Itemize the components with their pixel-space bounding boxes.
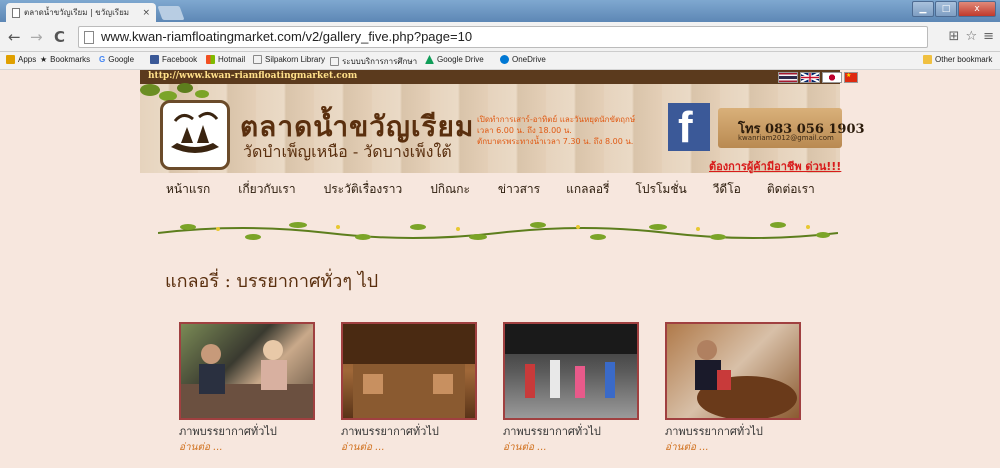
gallery-caption: ภาพบรรยากาศทั่วไป bbox=[503, 425, 601, 438]
reload-button[interactable]: C bbox=[54, 28, 65, 46]
url-text: www.kwan-riamfloatingmarket.com/v2/galle… bbox=[101, 29, 473, 44]
read-more-link[interactable]: อ่านต่อ ... bbox=[503, 440, 639, 455]
gallery-item[interactable]: ภาพบรรยากาศทั่วไป อ่านต่อ ... bbox=[503, 322, 639, 455]
bookmark-onedrive[interactable]: OneDrive bbox=[500, 55, 546, 64]
bookmark-facebook[interactable]: Facebook bbox=[150, 55, 197, 64]
read-more-link[interactable]: อ่านต่อ ... bbox=[665, 440, 801, 455]
page-icon bbox=[84, 31, 94, 44]
menu-item-video[interactable]: วีดีโอ bbox=[713, 180, 741, 199]
photo-horse-ride-icon bbox=[695, 340, 797, 418]
other-bookmarks[interactable]: Other bookmark bbox=[923, 55, 992, 64]
page-icon bbox=[330, 57, 339, 66]
menu-item-news[interactable]: ข่าวสาร bbox=[498, 180, 540, 199]
address-bar[interactable]: www.kwan-riamfloatingmarket.com/v2/galle… bbox=[78, 26, 928, 48]
maximize-button[interactable]: □ bbox=[935, 1, 957, 17]
toolbar-right: ⊞ ☆ ≡ bbox=[949, 29, 994, 44]
menu-item-home[interactable]: หน้าแรก bbox=[166, 180, 210, 199]
contact-email: kwanriam2012@gmail.com bbox=[738, 134, 834, 142]
bookmark-bookmarks[interactable]: ★ Bookmarks bbox=[40, 55, 90, 64]
page-icon bbox=[12, 7, 20, 18]
read-more-link[interactable]: อ่านต่อ ... bbox=[341, 440, 477, 455]
browser-tab[interactable]: ตลาดน้ำขวัญเรียม | ขวัญเรียม × bbox=[6, 3, 156, 22]
site-subtitle: วัดบำเพ็ญเหนือ - วัดบางเพ็งใต้ bbox=[243, 142, 452, 161]
menu-item-about[interactable]: เกี่ยวกับเรา bbox=[238, 180, 295, 199]
gallery-caption: ภาพบรรยากาศทั่วไป bbox=[179, 425, 277, 438]
gallery-thumbnail[interactable] bbox=[503, 322, 639, 420]
window-titlebar: ตลาดน้ำขวัญเรียม | ขวัญเรียม × ▁ □ x bbox=[0, 0, 1000, 22]
read-more-link[interactable]: อ่านต่อ ... bbox=[179, 440, 315, 455]
tab-title: ตลาดน้ำขวัญเรียม | ขวัญเรียม bbox=[24, 8, 130, 17]
menu-item-gallery[interactable]: แกลลอรี่ bbox=[566, 180, 609, 199]
page-icon bbox=[253, 55, 262, 64]
section-title: แกลอรี่ : บรรยากาศทั่วๆ ไป bbox=[165, 271, 379, 292]
star-icon: ★ bbox=[40, 55, 48, 64]
china-flag-icon[interactable]: ★ bbox=[844, 72, 858, 83]
facebook-icon: f bbox=[678, 103, 693, 152]
facebook-icon bbox=[150, 55, 159, 64]
back-button[interactable]: ← bbox=[8, 28, 21, 46]
japan-flag-icon[interactable] bbox=[822, 72, 842, 83]
onedrive-icon bbox=[500, 55, 509, 64]
translate-icon[interactable]: ⊞ bbox=[949, 29, 960, 44]
bookmark-silpakorn[interactable]: Silpakorn Library bbox=[253, 55, 325, 64]
menu-item-promotion[interactable]: โปรโมชั่น bbox=[635, 180, 686, 199]
close-button[interactable]: x bbox=[958, 1, 996, 17]
gallery-caption: ภาพบรรยากาศทั่วไป bbox=[665, 425, 763, 438]
gallery-item[interactable]: ภาพบรรยากาศทั่วไป อ่านต่อ ... bbox=[179, 322, 315, 455]
vendor-wanted-link[interactable]: ต้องการผู้ค้ามีอาชีพ ด่วน!!! bbox=[709, 157, 841, 175]
vine-divider bbox=[158, 222, 838, 240]
menu-icon[interactable]: ≡ bbox=[983, 29, 994, 44]
gallery-thumbnail[interactable] bbox=[665, 322, 801, 420]
opening-hours: เปิดทำการเสาร์-อาทิตย์ และวันหยุดนักขัตฤ… bbox=[477, 115, 636, 146]
header-url: http://www.kwan-riamfloatingmarket.com bbox=[148, 71, 358, 81]
boat-logo-icon bbox=[171, 112, 219, 153]
bookmark-google-drive[interactable]: Google Drive bbox=[425, 55, 484, 64]
gallery-thumbnail[interactable] bbox=[179, 322, 315, 420]
thai-flag-icon[interactable] bbox=[778, 72, 798, 83]
bookmarks-bar: Apps ★ Bookmarks G Google Facebook Hotmail… bbox=[0, 52, 1000, 70]
star-icon[interactable]: ☆ bbox=[965, 29, 977, 44]
gallery-item[interactable]: ภาพบรรยากาศทั่วไป อ่านต่อ ... bbox=[665, 322, 801, 455]
photo-wooden-house-icon bbox=[343, 324, 475, 418]
window-controls: ▁ □ x bbox=[912, 1, 996, 17]
tab-close-icon[interactable]: × bbox=[142, 8, 150, 18]
bookmark-education[interactable]: ระบบบริการการศึกษา bbox=[330, 55, 417, 68]
bookmark-google[interactable]: G Google bbox=[99, 55, 134, 64]
gallery-thumbnail[interactable] bbox=[341, 322, 477, 420]
menu-item-history[interactable]: ประวัติเรื่องราว bbox=[324, 180, 403, 199]
apps-icon bbox=[6, 55, 15, 64]
web-page: http://www.kwan-riamfloatingmarket.com ★… bbox=[0, 70, 1000, 468]
facebook-link[interactable]: f bbox=[668, 103, 710, 152]
hotmail-icon bbox=[206, 55, 215, 64]
menu-item-contact[interactable]: ติดต่อเรา bbox=[767, 180, 815, 199]
site-logo[interactable] bbox=[160, 100, 230, 170]
main-menu: หน้าแรก เกี่ยวกับเรา ประวัติเรื่องราว ปก… bbox=[150, 180, 840, 199]
forward-button[interactable]: → bbox=[30, 28, 43, 46]
gallery-caption: ภาพบรรยากาศทั่วไป bbox=[341, 425, 439, 438]
language-flags: ★ bbox=[778, 72, 858, 83]
photo-people-icon bbox=[181, 340, 313, 418]
bookmark-hotmail[interactable]: Hotmail bbox=[206, 55, 245, 64]
photo-walkway-icon bbox=[505, 324, 637, 398]
browser-toolbar: ← → C www.kwan-riamfloatingmarket.com/v2… bbox=[0, 22, 1000, 52]
bookmark-apps[interactable]: Apps bbox=[6, 55, 36, 64]
google-icon: G bbox=[99, 55, 106, 64]
folder-icon bbox=[923, 55, 932, 64]
google-drive-icon bbox=[425, 55, 434, 64]
new-tab-button[interactable] bbox=[157, 6, 185, 20]
uk-flag-icon[interactable] bbox=[800, 72, 820, 83]
minimize-button[interactable]: ▁ bbox=[912, 1, 934, 17]
menu-item-misc[interactable]: ปกิณกะ bbox=[430, 180, 470, 199]
gallery-item[interactable]: ภาพบรรยากาศทั่วไป อ่านต่อ ... bbox=[341, 322, 477, 455]
